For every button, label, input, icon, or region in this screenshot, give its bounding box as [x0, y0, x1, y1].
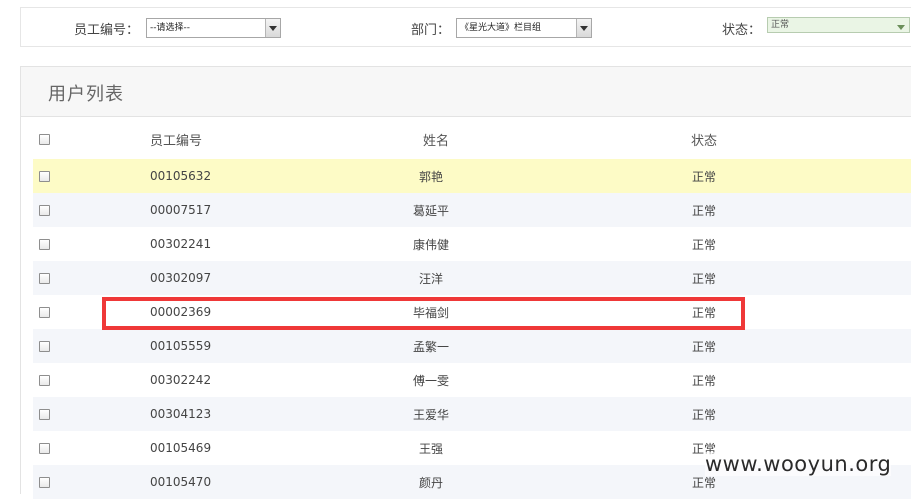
table-row[interactable]: 00302241 康伟健 正常: [33, 227, 911, 261]
row-checkbox-cell: [39, 397, 50, 431]
filter-bar: 员工编号： --请选择-- 部门： 《星光大道》栏目组 状态： 正常: [20, 7, 911, 47]
employee-id-filter-label: 员工编号：: [74, 23, 140, 38]
name-cell: 康伟健: [413, 237, 450, 252]
row-checkbox[interactable]: [39, 170, 50, 182]
user-table: 员工编号 姓名 状态 00105632 郭艳 正常 00007517 葛延平 正…: [33, 119, 911, 499]
name-cell: 傅一雯: [413, 373, 450, 388]
row-checkbox[interactable]: [39, 238, 50, 250]
header-employee-id[interactable]: 员工编号: [150, 119, 202, 159]
row-checkbox[interactable]: [39, 476, 50, 488]
status-cell: 正常: [691, 339, 716, 354]
employee-id-cell: 00002369: [150, 305, 212, 319]
employee-id-select-value: --请选择--: [150, 23, 190, 33]
row-checkbox-cell: [39, 329, 50, 363]
row-checkbox[interactable]: [39, 340, 50, 352]
status-cell: 正常: [691, 271, 716, 286]
row-checkbox-cell: [39, 261, 50, 295]
table-row[interactable]: 00002369 毕福剑 正常: [33, 295, 911, 329]
employee-id-cell: 00302097: [150, 271, 212, 285]
row-checkbox[interactable]: [39, 272, 50, 284]
row-checkbox-cell: [39, 159, 50, 193]
table-row[interactable]: 00302242 傅一雯 正常: [33, 363, 911, 397]
employee-id-cell: 00105559: [150, 339, 212, 353]
header-name[interactable]: 姓名: [421, 119, 451, 159]
department-filter-label: 部门：: [411, 23, 451, 38]
status-select-value: 正常: [771, 20, 790, 30]
employee-id-cell: 00302242: [150, 373, 212, 387]
name-cell: 王强: [418, 441, 443, 456]
status-cell: 正常: [691, 237, 716, 252]
status-select[interactable]: 正常: [767, 17, 910, 33]
row-checkbox[interactable]: [39, 374, 50, 386]
department-select-value: 《星光大道》栏目组: [460, 23, 542, 33]
table-row[interactable]: 00304123 王爱华 正常: [33, 397, 911, 431]
status-cell: 正常: [691, 407, 716, 422]
table-row[interactable]: 00105632 郭艳 正常: [33, 159, 911, 193]
employee-id-cell: 00105632: [150, 169, 212, 183]
row-checkbox-cell: [39, 431, 50, 465]
row-checkbox[interactable]: [39, 442, 50, 454]
table-row[interactable]: 00007517 葛延平 正常: [33, 193, 911, 227]
employee-id-cell: 00302241: [150, 237, 212, 251]
status-cell: 正常: [691, 373, 716, 388]
header-status[interactable]: 状态: [691, 119, 717, 159]
name-cell: 汪洋: [418, 271, 443, 286]
employee-id-select[interactable]: --请选择--: [146, 18, 281, 38]
status-filter-label: 状态：: [722, 23, 762, 38]
row-checkbox[interactable]: [39, 306, 50, 318]
row-checkbox-cell: [39, 295, 50, 329]
employee-id-cell: 00105469: [150, 441, 212, 455]
select-all-checkbox-cell: [39, 119, 50, 159]
user-list-panel: 用户列表 员工编号 姓名 状态 00105632 郭艳 正常 00007517 …: [20, 66, 911, 499]
chevron-down-icon: [576, 19, 591, 37]
employee-id-cell: 00007517: [150, 203, 212, 217]
chevron-down-icon: [894, 18, 909, 32]
table-row[interactable]: 00302097 汪洋 正常: [33, 261, 911, 295]
chevron-down-icon: [265, 19, 280, 37]
panel-title: 用户列表: [48, 84, 124, 105]
select-all-checkbox[interactable]: [39, 133, 50, 145]
status-cell: 正常: [691, 203, 716, 218]
status-cell: 正常: [691, 305, 716, 320]
name-cell: 孟繁一: [413, 339, 450, 354]
employee-id-cell: 00304123: [150, 407, 212, 421]
name-cell: 葛延平: [413, 203, 450, 218]
watermark: www.wooyun.org: [705, 452, 892, 476]
name-cell: 毕福剑: [413, 305, 450, 320]
name-cell: 王爱华: [413, 407, 450, 422]
name-cell: 郭艳: [418, 169, 443, 184]
row-checkbox[interactable]: [39, 408, 50, 420]
row-checkbox-cell: [39, 363, 50, 397]
status-cell: 正常: [691, 169, 716, 184]
table-row[interactable]: 00105559 孟繁一 正常: [33, 329, 911, 363]
row-checkbox-cell: [39, 227, 50, 261]
department-select[interactable]: 《星光大道》栏目组: [456, 18, 592, 38]
row-checkbox[interactable]: [39, 204, 50, 216]
table-header-row: 员工编号 姓名 状态: [33, 119, 911, 159]
row-checkbox-cell: [39, 193, 50, 227]
panel-header: 用户列表: [21, 67, 911, 117]
